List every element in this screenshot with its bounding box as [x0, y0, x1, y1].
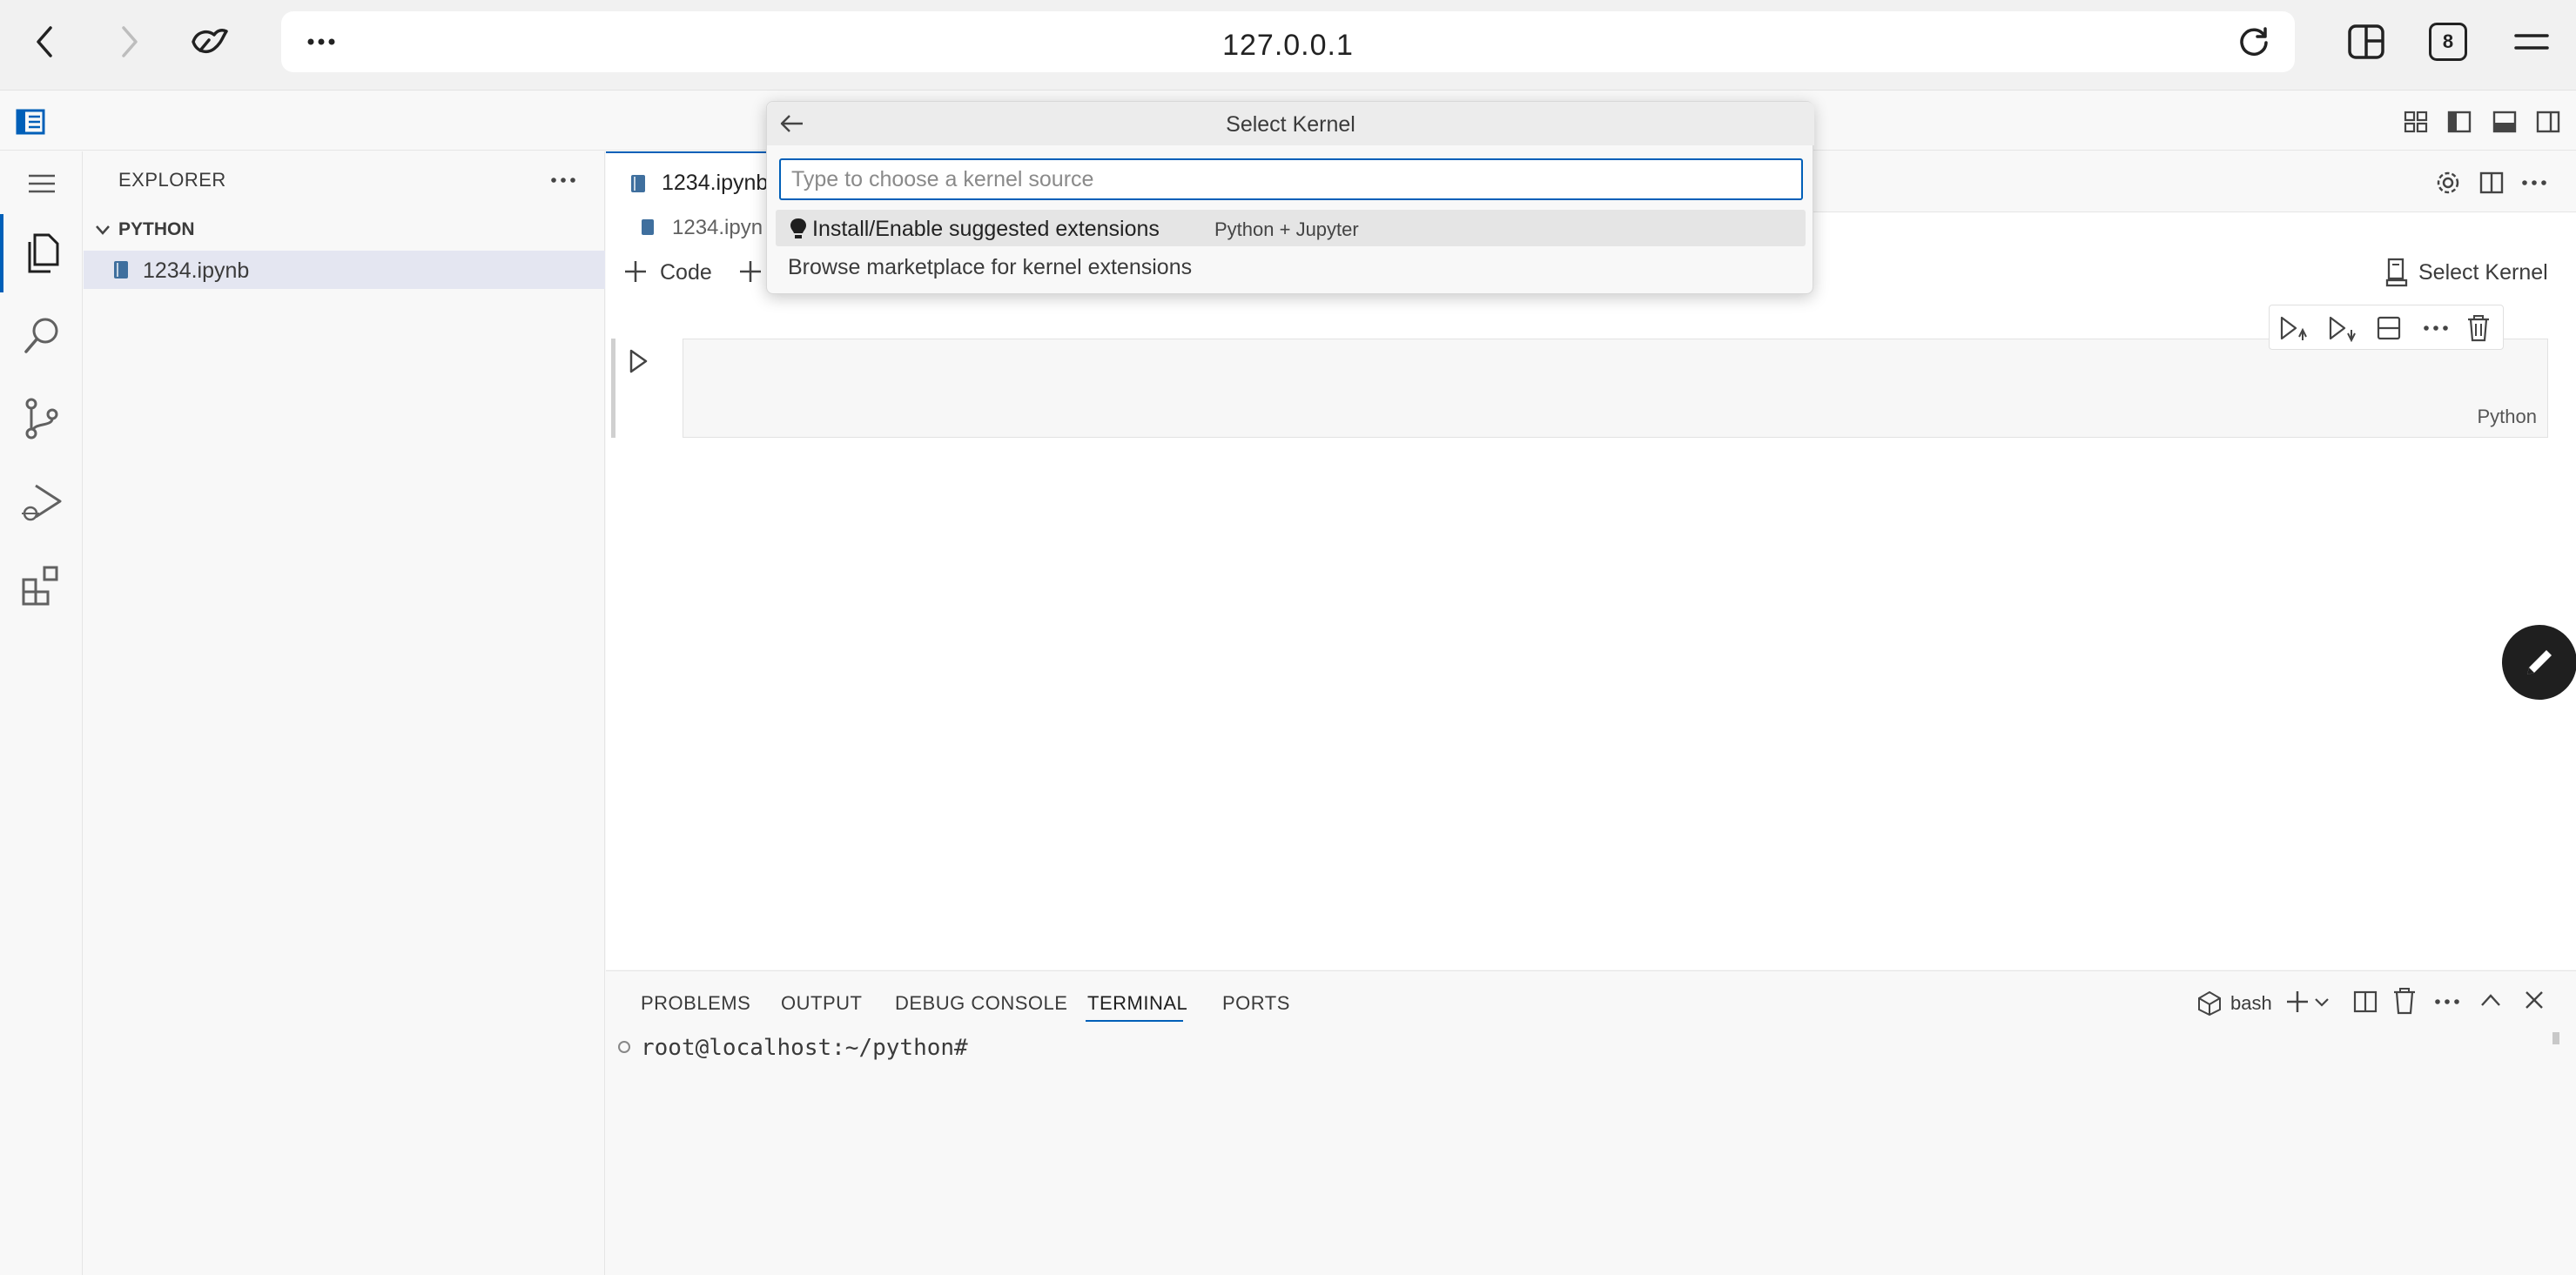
- tab-label: 1234.ipynb: [662, 171, 769, 195]
- maximize-panel-icon[interactable]: [2479, 992, 2502, 1008]
- browser-logo-icon[interactable]: [183, 16, 235, 68]
- activity-bar: [0, 151, 83, 1275]
- app-menu-icon[interactable]: [16, 109, 45, 135]
- more-actions-icon[interactable]: [2434, 997, 2460, 1006]
- menu-icon[interactable]: [2505, 16, 2558, 68]
- browser-toolbar: 127.0.0.1 8: [0, 0, 2576, 91]
- folder-label: PYTHON: [118, 219, 195, 239]
- customize-layout-icon[interactable]: [2403, 109, 2429, 135]
- toggle-panel-icon[interactable]: [2492, 109, 2518, 135]
- forward-icon[interactable]: [103, 16, 155, 68]
- plus-icon[interactable]: [623, 259, 648, 284]
- explorer-sidebar: EXPLORER PYTHON 1234.ipynb: [84, 151, 605, 1275]
- sidebar-title: EXPLORER: [118, 169, 226, 191]
- terminal-shell-icon: [2197, 990, 2222, 1017]
- tab-ports[interactable]: PORTS: [1222, 992, 1290, 1015]
- address-bar[interactable]: 127.0.0.1: [281, 11, 2295, 72]
- close-icon[interactable]: [2523, 989, 2546, 1011]
- more-actions-icon[interactable]: [550, 176, 576, 185]
- tab-terminal[interactable]: TERMINAL: [1087, 992, 1187, 1015]
- file-item[interactable]: 1234.ipynb: [84, 251, 605, 289]
- more-actions-icon[interactable]: [2423, 324, 2449, 332]
- split-editor-icon[interactable]: [2478, 169, 2505, 197]
- source-control-icon[interactable]: [0, 379, 83, 458]
- toggle-primary-sidebar-icon[interactable]: [2446, 109, 2472, 135]
- bottom-panel: PROBLEMS OUTPUT DEBUG CONSOLE TERMINAL P…: [606, 970, 2576, 1275]
- active-tab-indicator: [1086, 1020, 1183, 1022]
- floating-edit-button[interactable]: [2502, 625, 2576, 700]
- quick-pick-item[interactable]: Install/Enable suggested extensions Pyth…: [776, 210, 1806, 246]
- lightbulb-icon: [790, 218, 807, 240]
- tab-debug-console[interactable]: DEBUG CONSOLE: [895, 992, 1067, 1015]
- hamburger-menu-icon[interactable]: [0, 144, 83, 223]
- tab-problems[interactable]: PROBLEMS: [641, 992, 750, 1015]
- kernel-icon: [2385, 258, 2408, 287]
- chevron-down-icon[interactable]: [2314, 997, 2330, 1008]
- folder-python[interactable]: PYTHON: [84, 212, 605, 247]
- quick-pick-title: Select Kernel: [1226, 112, 1355, 137]
- quick-pick-item-label: Browse marketplace for kernel extensions: [788, 255, 1193, 279]
- terminal-scrollbar[interactable]: [2552, 1032, 2559, 1044]
- terminal-status-icon: [618, 1041, 630, 1053]
- split-view-icon[interactable]: [2340, 16, 2392, 68]
- run-cell-icon[interactable]: [627, 348, 649, 374]
- back-icon[interactable]: [19, 16, 71, 68]
- gear-icon[interactable]: [2434, 169, 2462, 197]
- kernel-search-input[interactable]: [779, 158, 1803, 200]
- tab-notebook[interactable]: 1234.ipynb: [606, 151, 780, 212]
- quick-pick-header: Select Kernel: [767, 102, 1814, 145]
- toggle-secondary-sidebar-icon[interactable]: [2535, 109, 2561, 135]
- url-text: 127.0.0.1: [1222, 29, 1354, 62]
- notebook-file-icon: [641, 218, 655, 236]
- plus-icon[interactable]: [738, 259, 763, 284]
- cell-gutter: [611, 339, 615, 438]
- pencil-icon: [2520, 643, 2559, 681]
- kernel-quick-pick: Select Kernel Install/Enable suggested e…: [766, 101, 1814, 294]
- split-cell-icon[interactable]: [2376, 315, 2402, 341]
- run-below-icon[interactable]: [2327, 314, 2357, 342]
- terminal-shell-label[interactable]: bash: [2230, 992, 2272, 1015]
- code-cell[interactable]: Python: [683, 339, 2548, 438]
- breadcrumb[interactable]: 1234.ipyn: [672, 216, 763, 240]
- explorer-icon[interactable]: [0, 214, 83, 292]
- run-debug-icon[interactable]: [0, 463, 83, 541]
- cell-language[interactable]: Python: [2478, 406, 2538, 428]
- kill-terminal-icon[interactable]: [2392, 987, 2417, 1015]
- extensions-icon[interactable]: [0, 547, 83, 625]
- cell-toolbar: [2269, 305, 2504, 350]
- quick-pick-item-label: Install/Enable suggested extensions: [812, 217, 1160, 241]
- terminal-prompt[interactable]: root@localhost:~/python#: [641, 1035, 968, 1061]
- notebook-file-icon: [113, 260, 129, 279]
- split-terminal-icon[interactable]: [2352, 989, 2378, 1015]
- tab-output[interactable]: OUTPUT: [781, 992, 862, 1015]
- reload-icon[interactable]: [2236, 23, 2272, 60]
- quick-pick-item-description: Python + Jupyter: [1214, 218, 1359, 240]
- run-above-icon[interactable]: [2278, 314, 2308, 342]
- search-icon[interactable]: [0, 296, 83, 374]
- more-actions-icon[interactable]: [2521, 178, 2547, 187]
- new-terminal-icon[interactable]: [2284, 989, 2310, 1015]
- chevron-down-icon: [94, 223, 111, 237]
- notebook-file-icon: [630, 174, 646, 193]
- add-code-button[interactable]: Code: [660, 260, 712, 285]
- quick-pick-item[interactable]: Browse marketplace for kernel extensions: [776, 248, 1806, 285]
- file-label: 1234.ipynb: [143, 258, 250, 283]
- delete-cell-icon[interactable]: [2466, 314, 2491, 342]
- tab-count-badge[interactable]: 8: [2429, 23, 2467, 61]
- select-kernel-button[interactable]: Select Kernel: [2418, 260, 2548, 285]
- breadcrumb-file[interactable]: 1234.ipyn: [672, 216, 763, 239]
